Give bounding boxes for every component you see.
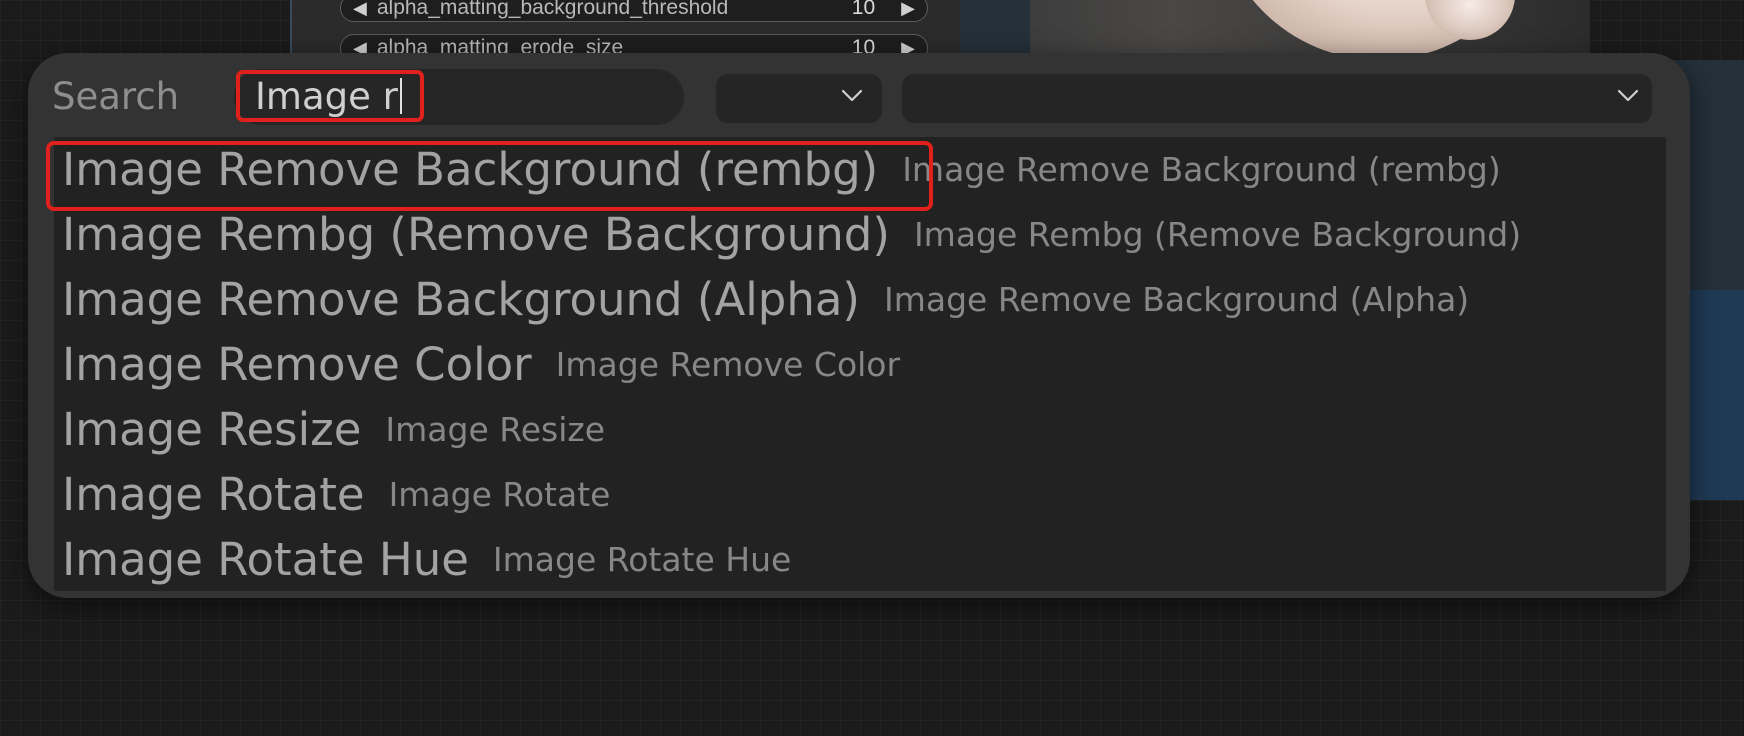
increment-arrow-icon[interactable]: ▶ [901,0,915,19]
text-cursor [399,78,402,114]
result-name: Image Remove Background (rembg) [62,142,879,196]
result-description: Image Remove Background (rembg) [902,149,1501,189]
result-description: Image Resize [385,409,605,449]
result-item[interactable]: Image Remove Background (rembg) Image Re… [62,137,1515,201]
filter-select-output-type[interactable] [902,74,1652,123]
result-description: Image Rembg (Remove Background) [913,214,1522,254]
result-name: Image Rotate [62,467,365,521]
result-name: Image Remove Color [62,337,532,391]
result-item[interactable]: Image Remove Color Image Remove Color [62,332,915,396]
widget-value: 10 [851,0,876,19]
filter-select-input-type[interactable] [716,74,882,123]
search-results-list: Image Remove Background (rembg) Image Re… [54,137,1666,591]
result-description: Image Remove Color [555,344,901,384]
background-node-connector [960,0,1030,60]
chevron-down-icon [1617,89,1639,102]
chevron-down-icon [841,89,863,102]
result-description: Image Remove Background (Alpha) [883,279,1470,319]
result-name: Image Rotate Hue [62,532,469,586]
widget-label: alpha_matting_background_threshold [376,0,729,19]
result-item[interactable]: Image Remove Background (Alpha) Image Re… [62,267,1484,331]
result-item[interactable]: Image Resize Image Resize [62,397,619,461]
result-name: Image Remove Background (Alpha) [62,272,860,326]
result-item[interactable]: Image Rotate Image Rotate [62,462,625,526]
result-name: Image Resize [62,402,362,456]
result-item[interactable]: Image Rembg (Remove Background) Image Re… [62,202,1536,266]
decrement-arrow-icon[interactable]: ◀ [353,0,367,19]
widget-background-threshold[interactable]: ◀ alpha_matting_background_threshold 10 … [340,0,928,22]
result-description: Image Rotate [388,474,611,514]
result-description: Image Rotate Hue [492,539,792,579]
background-image-preview [1030,0,1590,60]
search-input-text[interactable]: Image r [255,74,402,120]
search-query: Image r [255,75,398,118]
result-item[interactable]: Image Rotate Hue Image Rotate Hue [62,527,806,591]
result-name: Image Rembg (Remove Background) [62,207,890,261]
search-label: Search [52,75,180,118]
